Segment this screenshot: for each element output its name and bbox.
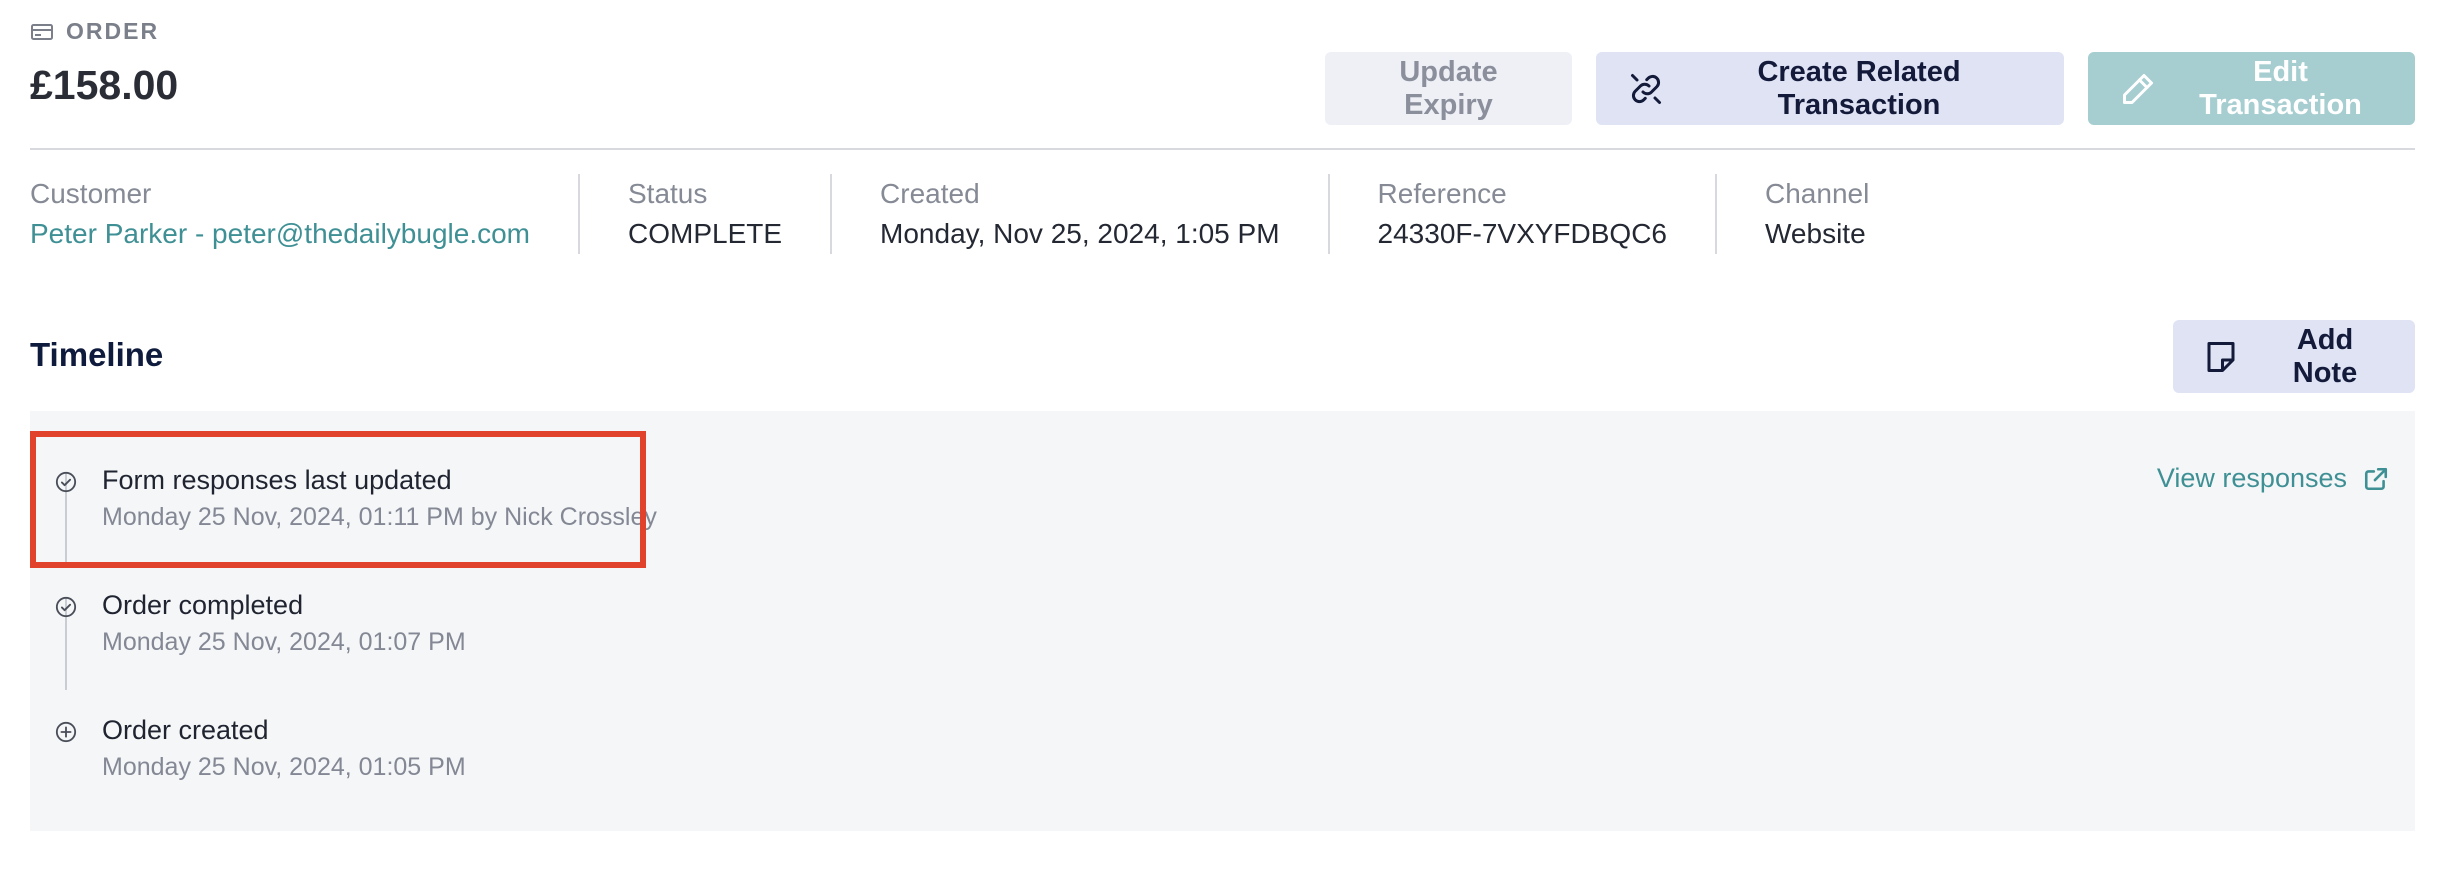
channel-label: Channel [1765, 178, 1870, 209]
add-note-label: Add Note [2292, 323, 2358, 389]
order-details: Customer Peter Parker - peter@thedailybu… [30, 174, 1917, 254]
customer-link[interactable]: Peter Parker - peter@thedailybugle.com [30, 214, 530, 254]
card-icon [31, 23, 53, 40]
highlight-box [30, 431, 646, 568]
view-responses-link[interactable]: View responses [2157, 463, 2389, 494]
update-expiry-label: Update Expiry [1399, 55, 1498, 121]
edit-transaction-button[interactable]: Edit Transaction [2088, 52, 2415, 125]
add-note-button[interactable]: Add Note [2173, 320, 2415, 393]
customer-label: Customer [30, 178, 152, 209]
plus-circle-icon [55, 721, 77, 743]
status-value: COMPLETE [628, 218, 783, 249]
timeline-entry-subtitle: Monday 25 Nov, 2024, 01:05 PM [102, 753, 466, 781]
reference-field: Reference 24330F-7VXYFDBQC6 [1327, 174, 1715, 254]
created-value: Monday, Nov 25, 2024, 1:05 PM [880, 218, 1280, 249]
created-field: Created Monday, Nov 25, 2024, 1:05 PM [830, 174, 1328, 254]
create-related-label: Create Related Transaction [1757, 55, 1961, 121]
update-expiry-button[interactable]: Update Expiry [1325, 52, 1572, 125]
order-eyebrow: ORDER [30, 18, 159, 45]
view-responses-label: View responses [2156, 463, 2347, 493]
header-actions: Update Expiry Create Related Transaction… [1325, 52, 2415, 125]
timeline-entry-title: Order created [102, 715, 269, 745]
timeline-heading: Timeline [30, 336, 164, 373]
timeline-entry-subtitle: Monday 25 Nov, 2024, 01:07 PM [102, 628, 466, 656]
channel-field: Channel Website [1715, 174, 1917, 254]
order-label: ORDER [66, 18, 160, 44]
channel-value: Website [1765, 218, 1866, 249]
header-divider [30, 148, 2415, 150]
customer-field: Customer Peter Parker - peter@thedailybu… [30, 174, 578, 254]
link-icon [1631, 73, 1661, 104]
external-link-icon [2364, 467, 2388, 490]
created-label: Created [880, 178, 980, 209]
timeline-entry-title: Order completed [102, 590, 304, 620]
status-label: Status [628, 178, 708, 209]
check-circle-icon [55, 596, 77, 618]
reference-value: 24330F-7VXYFDBQC6 [1377, 218, 1667, 249]
create-related-transaction-button[interactable]: Create Related Transaction [1596, 52, 2064, 125]
pencil-icon [2123, 73, 2153, 104]
status-field: Status COMPLETE [578, 174, 830, 254]
note-icon [2207, 341, 2235, 372]
reference-label: Reference [1377, 178, 1507, 209]
order-amount: £158.00 [30, 62, 179, 108]
edit-transaction-label: Edit Transaction [2199, 55, 2362, 121]
